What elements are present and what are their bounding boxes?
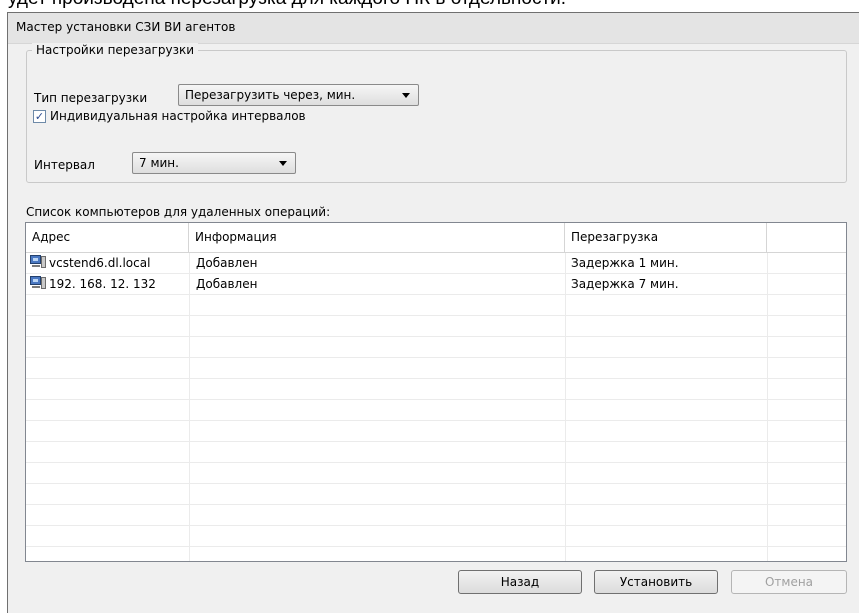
cell-reboot: Задержка 7 мин. [571, 277, 679, 291]
table-row [26, 421, 846, 442]
reboot-type-label: Тип перезагрузки [34, 91, 148, 105]
computer-icon [30, 276, 46, 290]
individual-intervals-label[interactable]: Индивидуальная настройка интервалов [50, 109, 306, 123]
interval-value: 7 мин. [139, 156, 179, 170]
interval-select[interactable]: 7 мин. [132, 152, 296, 174]
table-row [26, 547, 846, 561]
reboot-settings-legend: Настройки перезагрузки [32, 43, 198, 57]
table-row [26, 505, 846, 526]
interval-label: Интервал [34, 158, 95, 172]
list-header: Адрес Информация Перезагрузка [26, 223, 846, 253]
cell-address: 192. 168. 12. 132 [49, 277, 156, 291]
window-title: Мастер установки СЗИ ВИ агентов [16, 20, 236, 34]
column-header-reboot[interactable]: Перезагрузка [565, 223, 767, 252]
title-bar: Мастер установки СЗИ ВИ агентов [8, 13, 859, 44]
cell-info: Добавлен [196, 256, 258, 270]
chevron-down-icon [402, 93, 410, 98]
cell-reboot: Задержка 1 мин. [571, 256, 679, 270]
table-row [26, 295, 846, 316]
table-row [26, 484, 846, 505]
column-header-empty [767, 223, 846, 252]
install-button[interactable]: Установить [594, 570, 718, 594]
table-row [26, 463, 846, 484]
column-header-address[interactable]: Адрес [26, 223, 189, 252]
document-text: удет производена перезагрузка для каждог… [8, 0, 566, 10]
cell-info: Добавлен [196, 277, 258, 291]
individual-intervals-checkbox[interactable]: ✓ [33, 110, 46, 123]
table-row[interactable]: 192. 168. 12. 132 Добавлен Задержка 7 ми… [26, 274, 846, 295]
computer-list[interactable]: Адрес Информация Перезагрузка vcstend6.d… [25, 222, 847, 562]
table-row[interactable]: vcstend6.dl.local Добавлен Задержка 1 ми… [26, 253, 846, 274]
table-row [26, 442, 846, 463]
table-row [26, 379, 846, 400]
cell-address: vcstend6.dl.local [49, 256, 151, 270]
list-rows: vcstend6.dl.local Добавлен Задержка 1 ми… [26, 253, 846, 561]
table-row [26, 358, 846, 379]
computer-list-label: Список компьютеров для удаленных операци… [26, 205, 331, 219]
cancel-button[interactable]: Отмена [731, 570, 847, 594]
table-row [26, 400, 846, 421]
reboot-type-value: Перезагрузить через, мин. [185, 88, 356, 102]
computer-icon [30, 255, 46, 269]
column-header-info[interactable]: Информация [189, 223, 565, 252]
table-row [26, 526, 846, 547]
table-row [26, 337, 846, 358]
reboot-type-select[interactable]: Перезагрузить через, мин. [178, 84, 419, 106]
table-row [26, 316, 846, 337]
chevron-down-icon [279, 161, 287, 166]
back-button[interactable]: Назад [458, 570, 582, 594]
